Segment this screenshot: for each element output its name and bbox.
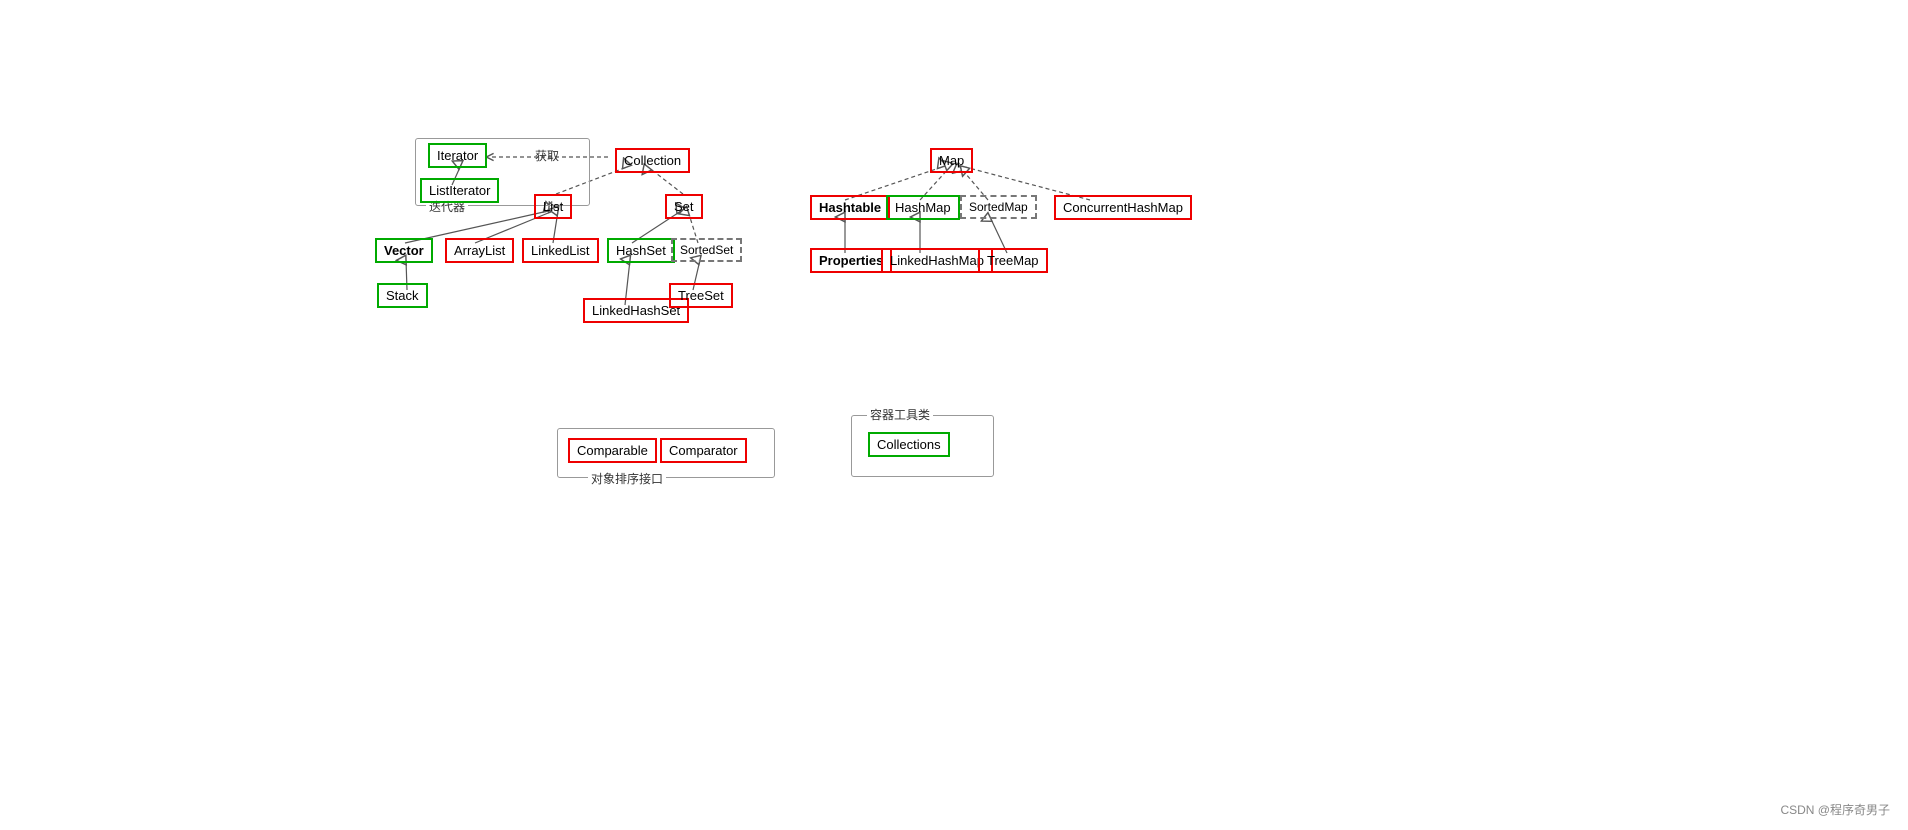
set-node: Set	[665, 194, 703, 219]
iterator-node: Iterator	[428, 143, 487, 168]
watermark: CSDN @程序奇男子	[1780, 801, 1890, 818]
arraylist-node: ArrayList	[445, 238, 514, 263]
treeset-node: TreeSet	[669, 283, 733, 308]
hashset-node: HashSet	[607, 238, 675, 263]
linkedhashmap-node: LinkedHashMap	[881, 248, 993, 273]
sortedmap-node: SortedMap	[960, 195, 1037, 219]
list-node: List	[534, 194, 572, 219]
listiterator-node: ListIterator	[420, 178, 499, 203]
tools-group-label: 容器工具类	[867, 406, 933, 423]
comparator-node: Comparator	[660, 438, 747, 463]
diagram-container: 迭代器 获取 Collection Iterator ListIterator …	[0, 0, 1908, 830]
linkedlist-node: LinkedList	[522, 238, 599, 263]
collections-node: Collections	[868, 432, 950, 457]
properties-node: Properties	[810, 248, 892, 273]
hashtable-node: Hashtable	[810, 195, 890, 220]
sorting-group-label: 对象排序接口	[588, 470, 666, 487]
concurrenthashmap-node: ConcurrentHashMap	[1054, 195, 1192, 220]
vector-node: Vector	[375, 238, 433, 263]
hashmap-node: HashMap	[886, 195, 960, 220]
collection-node: Collection	[615, 148, 690, 173]
treemap-node: TreeMap	[978, 248, 1048, 273]
obtain-label: 获取	[535, 147, 559, 164]
comparable-node: Comparable	[568, 438, 657, 463]
stack-node: Stack	[377, 283, 428, 308]
sortedset-node: SortedSet	[671, 238, 742, 262]
map-node: Map	[930, 148, 973, 173]
